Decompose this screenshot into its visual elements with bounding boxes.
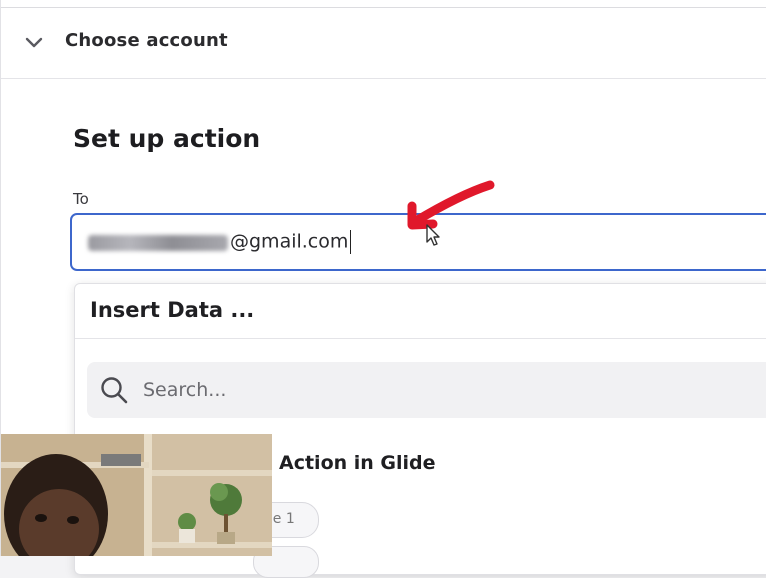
choose-account-section-header[interactable]: Choose account (1, 8, 766, 79)
search-placeholder: Search... (143, 379, 227, 401)
data-step-title[interactable]: Action in Glide (279, 452, 436, 474)
red-arrow-annotation (407, 180, 495, 230)
webcam-scene (1, 434, 272, 556)
webcam-overlay (1, 434, 272, 556)
zap-editor-panel: Choose account Set up action To @gmail.c… (0, 0, 766, 578)
page-title: Set up action (73, 124, 261, 153)
search-input[interactable]: Search... (87, 362, 766, 418)
search-icon (101, 377, 128, 404)
redacted-email-prefix (88, 235, 228, 251)
dropdown-title: Insert Data ... (90, 298, 255, 322)
section-title: Choose account (65, 30, 228, 51)
dropdown-divider (75, 338, 766, 339)
to-field-label: To (73, 190, 89, 208)
text-caret (350, 230, 352, 254)
mouse-cursor-icon (426, 224, 440, 246)
chevron-down-icon[interactable] (24, 36, 44, 50)
to-field-value: @gmail.com (230, 230, 352, 254)
